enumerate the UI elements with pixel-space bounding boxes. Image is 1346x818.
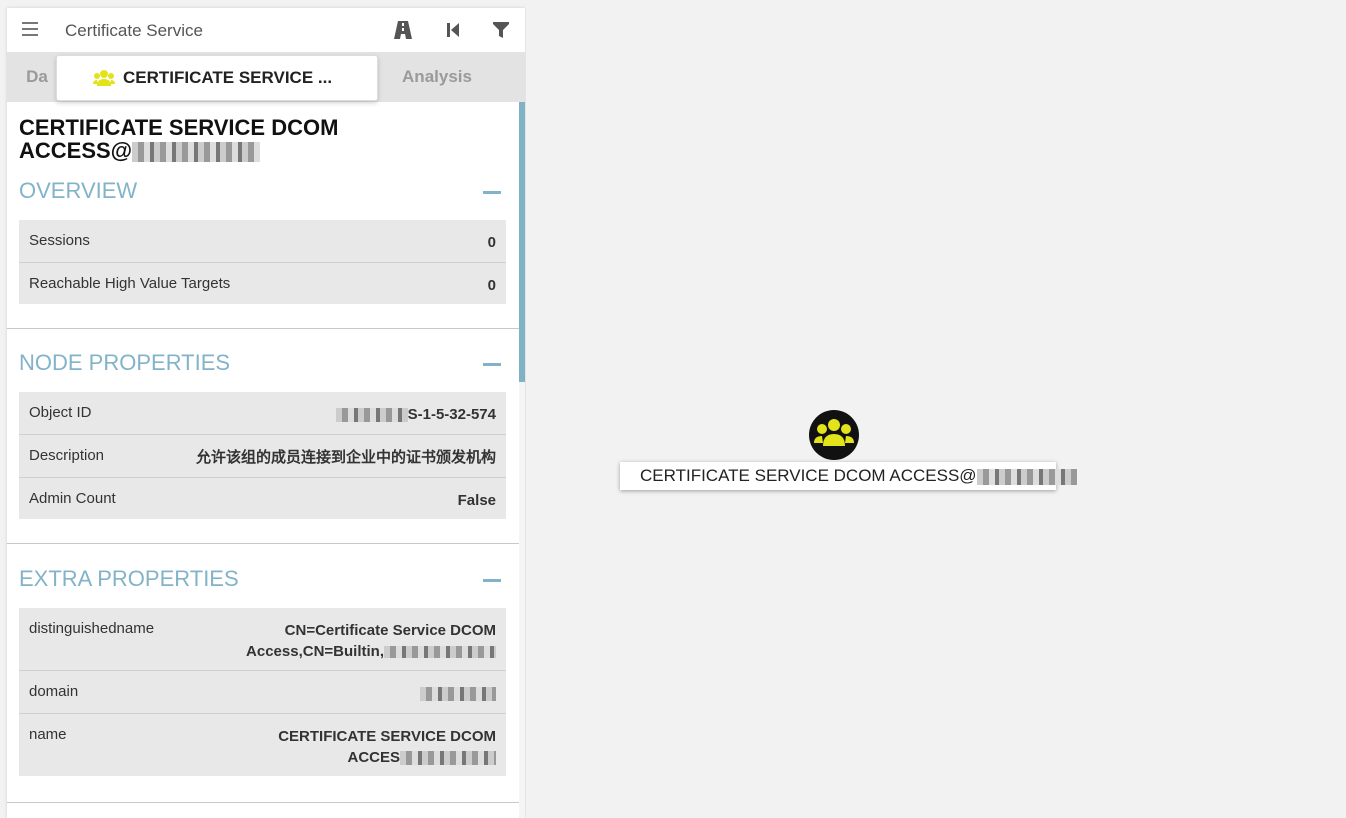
node-title-line1: CERTIFICATE SERVICE DCOM [19,115,339,140]
section-divider [7,328,519,329]
node-properties-header[interactable]: NODE PROPERTIES [7,342,519,386]
name-line1: CERTIFICATE SERVICE DCOM [278,728,496,745]
prop-value[interactable]: 0 [488,232,496,253]
prop-key: domain [29,683,79,700]
redacted-node-domain [976,468,1077,485]
name-line2: ACCES [347,749,400,766]
section-divider [7,543,519,544]
object-id-value: S-1-5-32-574 [407,406,496,423]
table-row: Admin Count False [19,478,506,519]
graph-canvas[interactable]: CERTIFICATE SERVICE DCOM ACCESS@ [526,0,1346,818]
scrollbar-thumb[interactable] [519,102,525,382]
prop-value[interactable]: 0 [488,275,496,296]
hamburger-menu-icon[interactable] [22,22,38,36]
prop-key: distinguishedname [29,620,155,637]
prop-value: False [457,492,496,509]
node-properties-section: NODE PROPERTIES Object ID S-1-5-32-574 D… [7,342,519,519]
group-icon [93,70,115,86]
prop-value: CERTIFICATE SERVICE DCOM ACCES [278,726,496,768]
group-node[interactable] [809,410,859,460]
prop-key: Admin Count [29,490,116,507]
collapse-extra-properties-icon[interactable] [483,579,501,582]
node-info-content: CERTIFICATE SERVICE DCOM ACCESS@ OVERVIE… [7,102,519,818]
prop-key: Description [29,447,105,464]
tab-analysis[interactable]: Analysis [377,52,497,102]
table-row: domain [19,671,506,714]
table-row: distinguishedname CN=Certificate Service… [19,608,506,671]
prop-value: S-1-5-32-574 [335,404,496,425]
side-panel: Da Analysis CERTIFICATE SERVICE ... CERT… [7,8,525,818]
section-divider [7,802,519,803]
redacted-domain-value [420,687,496,702]
pathfinding-road-icon[interactable] [392,19,414,41]
collapse-node-properties-icon[interactable] [483,363,501,366]
prop-key: name [29,726,67,743]
node-title: CERTIFICATE SERVICE DCOM ACCESS@ [19,115,419,163]
group-node-label[interactable]: CERTIFICATE SERVICE DCOM ACCESS@ [620,462,1077,490]
search-bar [7,8,525,53]
group-icon [814,419,854,446]
table-row: Sessions 0 [19,220,506,263]
redacted-sid-prefix [335,408,408,423]
collapse-overview-icon[interactable] [483,191,501,194]
panel-scrollbar[interactable] [519,102,525,818]
table-row: name CERTIFICATE SERVICE DCOM ACCES [19,714,506,776]
table-row: Reachable High Value Targets 0 [19,263,506,304]
extra-properties-header[interactable]: EXTRA PROPERTIES [7,558,519,602]
overview-header[interactable]: OVERVIEW [7,170,519,214]
node-properties-table: Object ID S-1-5-32-574 Description 允许该组的… [19,392,506,519]
extra-properties-title: EXTRA PROPERTIES [19,566,239,591]
prop-key: Reachable High Value Targets [29,275,231,292]
node-properties-title: NODE PROPERTIES [19,350,231,375]
prop-key: Sessions [29,232,90,249]
prop-value: CN=Certificate Service DCOM Access,CN=Bu… [246,620,496,662]
tab-node-info-label: CERTIFICATE SERVICE ... [123,68,333,87]
dn-line1: CN=Certificate Service DCOM [284,622,496,639]
redacted-dn [384,646,496,659]
overview-section: OVERVIEW Sessions 0 Reachable High Value… [7,170,519,304]
tab-node-info[interactable]: CERTIFICATE SERVICE ... [56,55,378,101]
overview-title: OVERVIEW [19,178,138,203]
redacted-name [400,751,496,766]
prop-value [420,683,496,704]
redacted-domain [132,142,261,163]
table-row: Description 允许该组的成员连接到企业中的证书颁发机构 [19,435,506,478]
filter-icon[interactable] [490,19,512,41]
dn-line2: Access,CN=Builtin, [246,643,384,660]
prop-value: 允许该组的成员连接到企业中的证书颁发机构 [195,449,496,466]
node-title-line2: ACCESS@ [19,138,133,163]
table-row: Object ID S-1-5-32-574 [19,392,506,435]
prop-key: Object ID [29,404,92,421]
extra-properties-table: distinguishedname CN=Certificate Service… [19,608,506,776]
node-label-text: CERTIFICATE SERVICE DCOM ACCESS@ [640,466,977,485]
step-backward-icon[interactable] [442,19,464,41]
overview-table: Sessions 0 Reachable High Value Targets … [19,220,506,304]
search-input[interactable] [63,16,367,46]
extra-properties-section: EXTRA PROPERTIES distinguishedname CN=Ce… [7,558,519,776]
